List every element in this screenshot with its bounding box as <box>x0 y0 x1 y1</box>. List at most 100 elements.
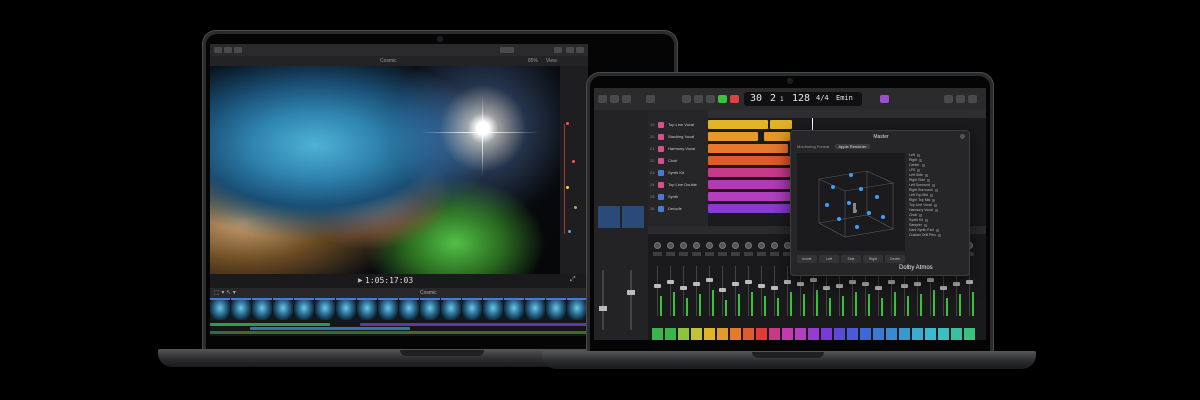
toolbar-icon[interactable] <box>646 95 655 103</box>
timeline-toolbar: ⬚ ▾ ↖ ▾ Cosmic <box>210 288 588 298</box>
video-clip[interactable] <box>546 298 566 320</box>
music-lane[interactable] <box>210 331 588 334</box>
right-laptop-camera <box>788 79 792 83</box>
inspector-panel <box>594 110 648 340</box>
view-menu[interactable]: View <box>546 58 557 64</box>
object-row[interactable]: Custom Drill Perc <box>909 233 967 238</box>
volume-fader[interactable] <box>627 290 635 295</box>
channel-strip[interactable] <box>665 236 676 340</box>
video-clip[interactable] <box>315 298 335 320</box>
plugin-slot[interactable] <box>622 206 644 228</box>
channel-strip[interactable] <box>652 236 663 340</box>
track-header[interactable]: 22 Choir <box>648 156 708 166</box>
channel-strip[interactable] <box>769 236 780 340</box>
plugin-slot[interactable] <box>598 206 620 228</box>
video-clip[interactable] <box>336 298 356 320</box>
video-clip[interactable] <box>231 298 251 320</box>
monitoring-format: Monitoring Format Apple Renderer <box>797 144 870 149</box>
channel-strip[interactable] <box>756 236 767 340</box>
video-clip[interactable] <box>357 298 377 320</box>
track-header[interactable]: 21 Harmony Vocal <box>648 144 708 154</box>
forward-icon[interactable] <box>694 95 703 103</box>
video-clip[interactable] <box>252 298 272 320</box>
audio-lane[interactable] <box>360 323 588 326</box>
audio-lane[interactable] <box>250 327 410 330</box>
settings-icon[interactable] <box>576 47 584 53</box>
monitoring-format-select[interactable]: Apple Renderer <box>835 144 870 149</box>
library-icon[interactable] <box>598 95 607 103</box>
audio-region[interactable] <box>708 144 788 153</box>
list-editor-icon[interactable] <box>944 95 953 103</box>
play-icon[interactable] <box>718 95 727 103</box>
tab-center[interactable]: Center <box>885 255 905 263</box>
video-clip[interactable] <box>567 298 587 320</box>
fullscreen-icon[interactable]: ⤢ <box>570 276 576 284</box>
track-header[interactable]: 19 Top Line Vocal <box>648 120 708 130</box>
audio-region[interactable] <box>708 156 790 165</box>
video-clip[interactable] <box>504 298 524 320</box>
track-header[interactable]: 25 Synth <box>648 192 708 202</box>
dolby-atmos-window[interactable]: Master Monitoring FormatApple Renderer <box>790 130 970 276</box>
channel-strip[interactable] <box>730 236 741 340</box>
video-clip[interactable] <box>525 298 545 320</box>
tab-right[interactable]: Right <box>863 255 883 263</box>
video-clip[interactable] <box>294 298 314 320</box>
stop-icon[interactable] <box>706 95 715 103</box>
track-header[interactable]: 20 Stacking Vocal <box>648 132 708 142</box>
share-icon[interactable] <box>500 47 514 53</box>
rewind-icon[interactable] <box>682 95 691 103</box>
audio-lane[interactable] <box>210 323 330 326</box>
video-clip[interactable] <box>420 298 440 320</box>
audio-region[interactable] <box>708 132 758 141</box>
lens-flare <box>420 132 540 133</box>
zoom-level[interactable]: 85% <box>528 58 538 64</box>
audio-region[interactable] <box>764 132 790 141</box>
browser-icon[interactable] <box>968 95 977 103</box>
channel-strip[interactable] <box>743 236 754 340</box>
tab-side[interactable]: Side <box>841 255 861 263</box>
video-clip[interactable] <box>378 298 398 320</box>
keyword-icon[interactable] <box>224 47 232 53</box>
track-headers: 19 Top Line Vocal 20 Stacking Vocal 21 H… <box>648 110 708 226</box>
video-clip[interactable] <box>462 298 482 320</box>
timeline[interactable] <box>210 298 588 336</box>
video-clip[interactable] <box>483 298 503 320</box>
video-clip[interactable] <box>273 298 293 320</box>
volume-fader[interactable] <box>599 306 607 311</box>
channel-strip[interactable] <box>691 236 702 340</box>
timecode-display[interactable]: 1:05:17:03 <box>365 276 413 285</box>
tab-inside[interactable]: Inside <box>797 255 817 263</box>
check-icon[interactable] <box>234 47 242 53</box>
primary-storyline[interactable] <box>210 298 588 320</box>
smart-tempo-icon[interactable] <box>880 95 889 103</box>
record-icon[interactable] <box>730 95 739 103</box>
3d-object-view[interactable] <box>797 153 905 251</box>
video-clip[interactable] <box>441 298 461 320</box>
inspector-icon[interactable] <box>610 95 619 103</box>
tab-left[interactable]: Left <box>819 255 839 263</box>
channel-strip[interactable] <box>678 236 689 340</box>
lcd-display[interactable]: 30 2 1 128 4/4 Emin <box>744 92 862 106</box>
track-header[interactable]: 26 Decode <box>648 204 708 214</box>
audio-region[interactable] <box>770 120 792 129</box>
channel-strip[interactable] <box>717 236 728 340</box>
tool-icon[interactable]: ⬚ ▾ ↖ ▾ <box>214 289 236 296</box>
midi-region[interactable] <box>708 168 790 177</box>
track-header[interactable]: 23 Synth Kit <box>648 168 708 178</box>
play-icon[interactable]: ▶ <box>358 277 363 284</box>
inspector-icon[interactable] <box>554 47 562 53</box>
help-icon[interactable] <box>622 95 631 103</box>
midi-region[interactable] <box>708 204 800 213</box>
synth-icon <box>658 206 664 212</box>
channel-strip[interactable] <box>704 236 715 340</box>
notepad-icon[interactable] <box>956 95 965 103</box>
video-viewer[interactable] <box>210 66 560 274</box>
track-header[interactable]: 24 Top Line Double <box>648 180 708 190</box>
import-icon[interactable] <box>214 47 222 53</box>
inspector-panel <box>560 66 588 274</box>
audio-region[interactable] <box>708 120 768 129</box>
video-clip[interactable] <box>399 298 419 320</box>
video-clip[interactable] <box>210 298 230 320</box>
audio-icon[interactable] <box>566 47 574 53</box>
ruler[interactable] <box>708 110 986 118</box>
